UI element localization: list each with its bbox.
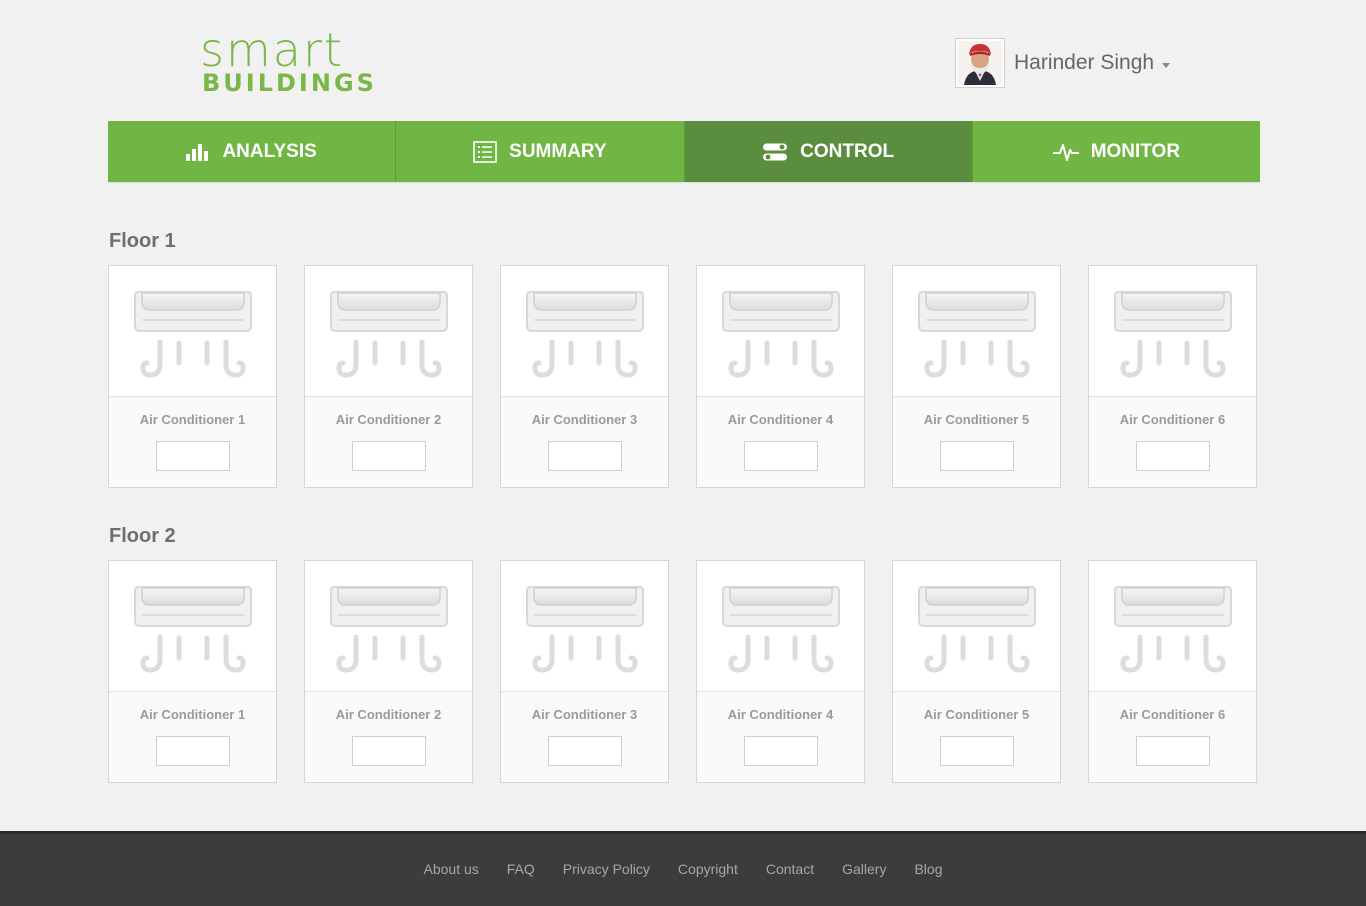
ac-card[interactable]: Air Conditioner 3 [500,560,669,783]
ac-setting-input[interactable] [352,441,426,471]
floor-2-units: Air Conditioner 1 Air Conditioner 2 Air … [108,560,1257,783]
ac-card-label: Air Conditioner 1 [139,412,246,427]
air-conditioner-icon [893,266,1060,397]
footer-link[interactable]: Contact [766,861,814,877]
avatar[interactable] [955,38,1005,88]
footer-link[interactable]: Copyright [678,861,738,877]
floor-1-units: Air Conditioner 1 Air Conditioner 2 Air … [108,265,1257,488]
ac-card-label: Air Conditioner 5 [923,707,1030,722]
toggles-icon [762,142,788,162]
air-conditioner-icon [1089,561,1256,692]
bar-chart-icon [186,143,210,161]
ac-card[interactable]: Air Conditioner 1 [108,560,277,783]
ac-card[interactable]: Air Conditioner 1 [108,265,277,488]
tab-monitor[interactable]: MONITOR [972,121,1260,182]
air-conditioner-icon [305,561,472,692]
ac-card-label: Air Conditioner 1 [139,707,246,722]
ac-setting-input[interactable] [940,441,1014,471]
tab-control-label: CONTROL [800,140,895,162]
ac-setting-input[interactable] [156,441,230,471]
ac-setting-input[interactable] [548,441,622,471]
user-name: Harinder Singh [1014,51,1155,74]
tab-analysis[interactable]: ANALYSIS [108,121,397,182]
ac-setting-input[interactable] [352,736,426,766]
tab-analysis-label: ANALYSIS [222,140,317,162]
tab-monitor-label: MONITOR [1090,140,1181,162]
ac-setting-input[interactable] [156,736,230,766]
ac-card-label: Air Conditioner 3 [531,412,638,427]
caret-down-icon[interactable] [1162,62,1171,68]
footer-link[interactable]: Blog [914,861,942,877]
ac-card-label: Air Conditioner 6 [1119,707,1226,722]
ac-card[interactable]: Air Conditioner 2 [304,560,473,783]
ac-card[interactable]: Air Conditioner 5 [892,560,1061,783]
ac-setting-input[interactable] [744,736,818,766]
ac-setting-input[interactable] [1136,441,1210,471]
ac-card-label: Air Conditioner 4 [727,412,834,427]
ac-card[interactable]: Air Conditioner 4 [696,265,865,488]
pulse-icon [1052,142,1079,162]
ac-card-label: Air Conditioner 6 [1119,412,1226,427]
footer: About us FAQ Privacy Policy Copyright Contac… [0,831,1366,906]
tab-summary[interactable]: SUMMARY [396,121,685,182]
ac-card[interactable]: Air Conditioner 3 [500,265,669,488]
footer-link[interactable]: Gallery [842,861,886,877]
ac-card-label: Air Conditioner 3 [531,707,638,722]
ac-card[interactable]: Air Conditioner 4 [696,560,865,783]
ac-card-label: Air Conditioner 2 [335,412,442,427]
list-icon [473,140,497,163]
ac-card-label: Air Conditioner 5 [923,412,1030,427]
brand-logo[interactable]: smart BUILDINGS [200,23,380,98]
air-conditioner-icon [109,561,276,692]
ac-setting-input[interactable] [548,736,622,766]
tab-control[interactable]: CONTROL [684,121,973,182]
ac-setting-input[interactable] [940,736,1014,766]
ac-setting-input[interactable] [1136,736,1210,766]
air-conditioner-icon [501,561,668,692]
floor-1-title: Floor 1 [109,230,176,252]
user-menu[interactable]: Harinder Singh [955,38,1171,88]
air-conditioner-icon [1089,266,1256,397]
brand-logo-top: smart [200,23,344,77]
ac-card[interactable]: Air Conditioner 6 [1088,265,1257,488]
ac-card[interactable]: Air Conditioner 6 [1088,560,1257,783]
ac-card[interactable]: Air Conditioner 5 [892,265,1061,488]
ac-card[interactable]: Air Conditioner 2 [304,265,473,488]
avatar-image [958,41,1002,85]
floor-2-title: Floor 2 [109,525,176,547]
ac-card-label: Air Conditioner 2 [335,707,442,722]
air-conditioner-icon [893,561,1060,692]
tab-summary-label: SUMMARY [509,140,607,162]
footer-link[interactable]: Privacy Policy [563,861,650,877]
air-conditioner-icon [305,266,472,397]
air-conditioner-icon [697,561,864,692]
main-nav: ANALYSIS SUMMARY CONTROL MONITOR [108,121,1260,182]
brand-logo-bottom: BUILDINGS [202,69,377,97]
ac-card-label: Air Conditioner 4 [727,707,834,722]
air-conditioner-icon [697,266,864,397]
footer-link[interactable]: About us [424,861,479,877]
ac-setting-input[interactable] [744,441,818,471]
air-conditioner-icon [109,266,276,397]
footer-link[interactable]: FAQ [507,861,535,877]
air-conditioner-icon [501,266,668,397]
